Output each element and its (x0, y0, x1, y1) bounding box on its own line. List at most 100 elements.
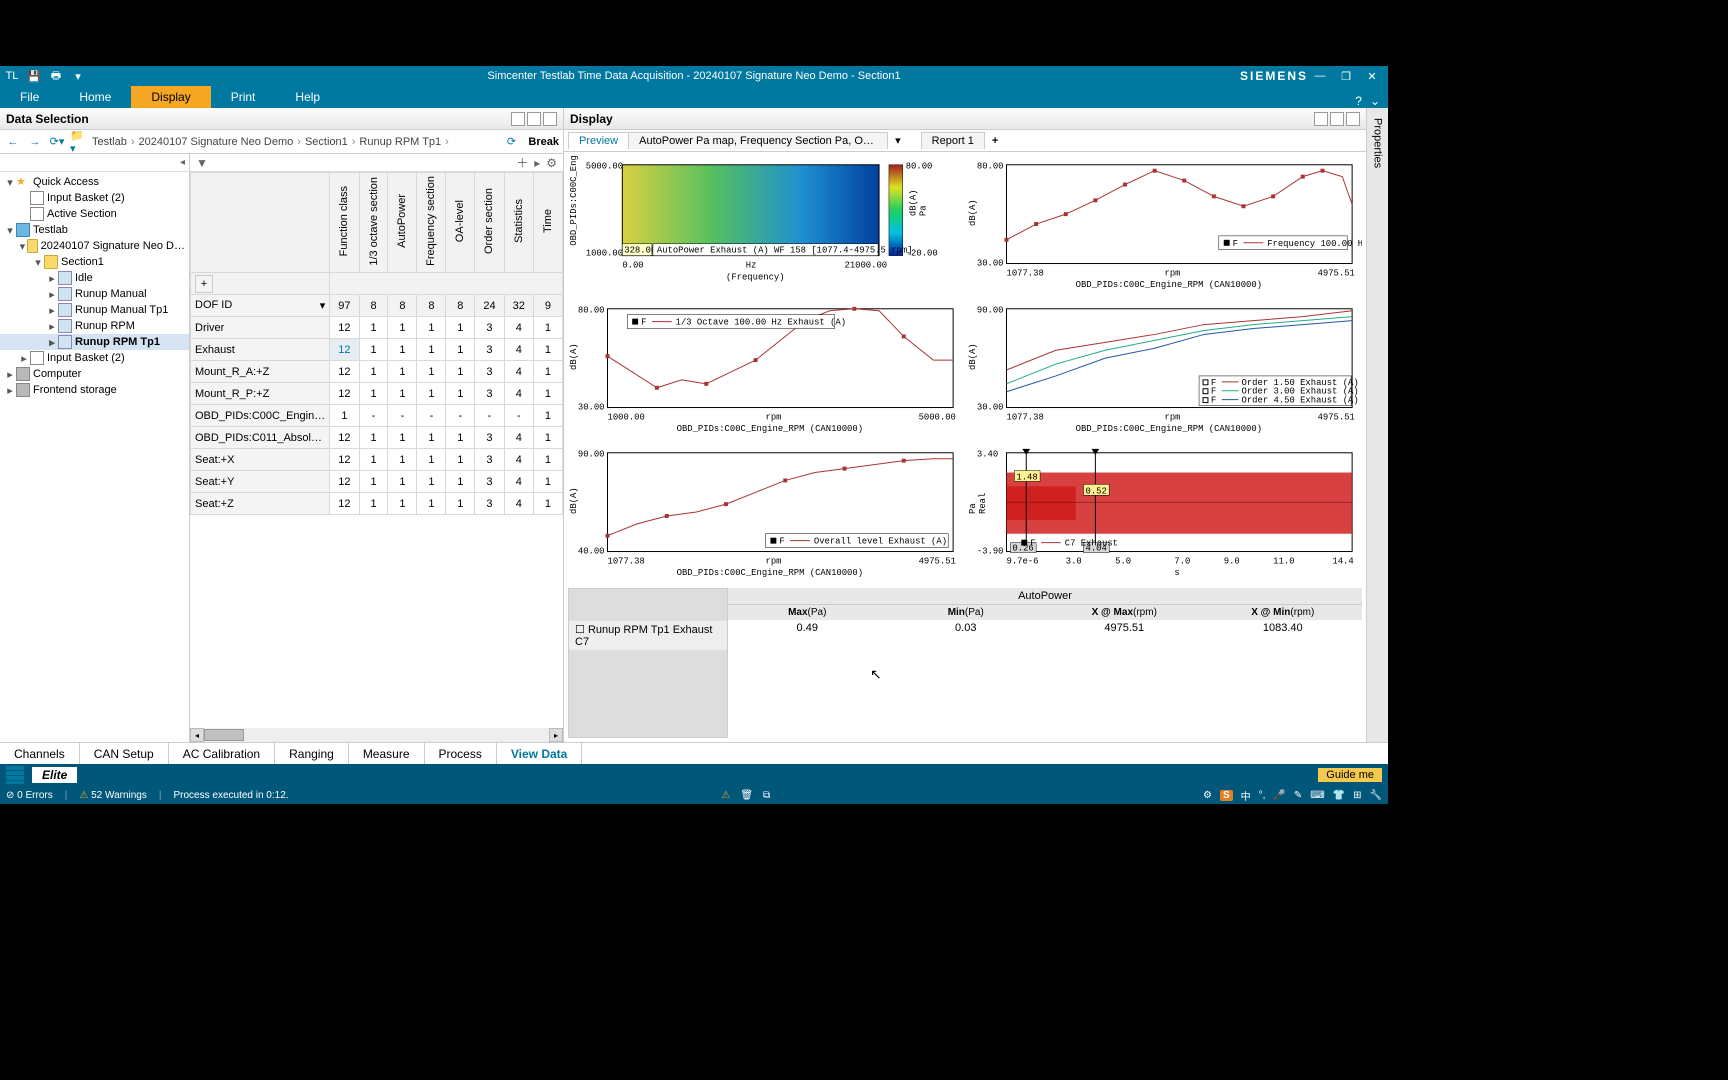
tab-report[interactable]: Report 1 (921, 132, 985, 149)
workflow-tab[interactable]: Process (425, 743, 497, 764)
edit-icon[interactable]: ✎ (1294, 790, 1302, 801)
plot-frequency[interactable]: 80.0030.00 dB(A) F Frequency 100.00 Hz (967, 156, 1362, 296)
tree-item[interactable]: ▾20240107 Signature Neo D… (0, 238, 189, 254)
crumb[interactable]: 20240107 Signature Neo Demo (139, 136, 294, 148)
col-header[interactable]: Time (542, 209, 554, 233)
workflow-tab[interactable]: Measure (349, 743, 425, 764)
tree-item[interactable]: ▾Section1 (0, 254, 189, 270)
elite-badge[interactable]: Elite (32, 767, 77, 783)
gear-icon[interactable]: ⚙ (546, 156, 557, 170)
tree-item[interactable]: ▸Runup RPM (0, 318, 189, 334)
col-header[interactable]: Frequency section (425, 176, 437, 266)
tree-item[interactable]: Input Basket (2) (0, 190, 189, 206)
maximize-icon[interactable]: ❐ (1338, 68, 1354, 84)
panel-layout-icon[interactable] (1314, 112, 1328, 126)
checkbox-icon[interactable]: ☐ (575, 624, 585, 636)
table-row[interactable]: Seat:+Y121111341 (191, 471, 563, 493)
ime-lang[interactable]: 中 (1241, 788, 1251, 803)
help-icon[interactable]: ? (1355, 94, 1362, 108)
mic-icon[interactable]: 🎤 (1273, 790, 1285, 801)
table-row[interactable]: Seat:+X121111341 (191, 449, 563, 471)
shirt-icon[interactable]: 👕 (1333, 790, 1345, 801)
tree-item[interactable]: ▸Idle (0, 270, 189, 286)
tree-item[interactable]: ▸Input Basket (2) (0, 350, 189, 366)
crumb[interactable]: Section1 (305, 136, 348, 148)
qat-dropdown-icon[interactable]: ▾ (70, 68, 86, 84)
add-row-icon[interactable]: + (195, 275, 213, 293)
table-row[interactable]: Mount_R_P:+Z121111341 (191, 383, 563, 405)
expand-icon[interactable]: ▸ (534, 156, 540, 170)
tree-item[interactable]: ▾★Quick Access (0, 174, 189, 190)
scroll-right-icon[interactable]: ▸ (549, 728, 563, 742)
crumb[interactable]: Testlab (92, 136, 127, 148)
tree-item[interactable]: ▸Runup RPM Tp1 (0, 334, 189, 350)
add-column-icon[interactable]: ＋ (516, 154, 528, 171)
print-icon[interactable]: 🖶 (48, 68, 64, 84)
warning-icon[interactable]: ⚠ (721, 790, 730, 801)
plot-orders[interactable]: 90.0030.00 dB(A) FOrder 1.50 Exhaust (A)… (967, 300, 1362, 440)
table-row[interactable]: OBD_PIDs:C011_Absol…121111341 (191, 427, 563, 449)
tree-item[interactable]: ▾Testlab (0, 222, 189, 238)
table-row[interactable]: Mount_R_A:+Z121111341 (191, 361, 563, 383)
plot-time[interactable]: 3.40-3.90 Pa Real 1.48 0.52 0.26 (967, 444, 1362, 584)
panel-layout-icon[interactable] (543, 112, 557, 126)
refresh-icon[interactable]: ⟳ (502, 133, 520, 151)
grid-icon[interactable]: ⊞ (1353, 790, 1361, 801)
punct-icon[interactable]: °, (1259, 790, 1266, 801)
guide-button[interactable]: Guide me (1318, 768, 1382, 782)
tab-preview[interactable]: Preview (568, 132, 629, 149)
tree-item[interactable]: ▸Runup Manual Tp1 (0, 302, 189, 318)
col-header[interactable]: 1/3 octave section (368, 177, 380, 266)
tab-dropdown-icon[interactable]: ▾ (887, 134, 909, 147)
collapse-ribbon-icon[interactable]: ⌄ (1370, 94, 1380, 108)
col-header[interactable]: Function class (338, 186, 350, 256)
plot-octave[interactable]: 80.0030.00 dB(A) F 1/3 Octave 100.00 Hz … (568, 300, 963, 440)
back-icon[interactable]: ← (4, 133, 22, 151)
wrench-icon[interactable]: 🔧 (1370, 790, 1382, 801)
project-tree[interactable]: ▾★Quick AccessInput Basket (2)Active Sec… (0, 172, 189, 742)
tab-display[interactable]: Display (131, 86, 210, 108)
col-header[interactable]: Order section (483, 188, 495, 254)
error-icon[interactable]: ⊘ (6, 790, 14, 801)
trash-icon[interactable]: 🗑 (740, 790, 753, 801)
apps-grid-icon[interactable] (6, 766, 24, 784)
tree-collapse-icon[interactable]: ◂ (180, 157, 185, 168)
settings-icon[interactable]: ⚙ (1203, 790, 1212, 801)
col-header[interactable]: OA-level (454, 200, 466, 242)
workflow-tab[interactable]: View Data (497, 743, 582, 764)
panel-layout-icon[interactable] (1346, 112, 1360, 126)
tab-file[interactable]: File (0, 86, 59, 108)
filter-icon[interactable]: ▼ (196, 156, 208, 170)
table-row[interactable]: Seat:+Z121111341 (191, 493, 563, 515)
tree-item[interactable]: ▸Runup Manual (0, 286, 189, 302)
forward-icon[interactable]: → (26, 133, 44, 151)
tab-help[interactable]: Help (275, 86, 340, 108)
panel-layout-icon[interactable] (1330, 112, 1344, 126)
col-header[interactable]: Statistics (513, 199, 525, 243)
break-button[interactable]: Break (528, 136, 559, 148)
history-icon[interactable]: ⟳▾ (48, 133, 66, 151)
scroll-thumb[interactable] (204, 729, 244, 741)
scroll-left-icon[interactable]: ◂ (190, 728, 204, 742)
workflow-tab[interactable]: Channels (0, 743, 80, 764)
crumb[interactable]: Runup RPM Tp1 (359, 136, 441, 148)
col-header[interactable]: AutoPower (396, 194, 408, 248)
tree-item[interactable]: Active Section (0, 206, 189, 222)
properties-tab[interactable]: Properties (1366, 108, 1388, 742)
ime-badge[interactable]: S (1220, 790, 1233, 801)
h-scrollbar[interactable]: ◂ ▸ (190, 728, 563, 742)
tab-description[interactable]: AutoPower Pa map, Frequency Section Pa, … (628, 132, 888, 149)
table-row[interactable]: Exhaust121111341 (191, 339, 563, 361)
plot-overall[interactable]: 90.0040.00 dB(A) F Overall level Exhaust… (568, 444, 963, 584)
panel-layout-icon[interactable] (527, 112, 541, 126)
data-grid[interactable]: Function class 1/3 octave section AutoPo… (190, 172, 563, 728)
tree-item[interactable]: ▸Frontend storage (0, 382, 189, 398)
keyboard-icon[interactable]: ⌨ (1310, 790, 1324, 801)
warning-icon[interactable]: ⚠ (79, 790, 88, 801)
workflow-tab[interactable]: CAN Setup (80, 743, 169, 764)
plot-colormap[interactable]: OBD_PIDs:C00C_Engine_RPM 5000.00 1000.00 (568, 156, 963, 296)
save-icon[interactable]: 💾 (26, 68, 42, 84)
workflow-tab[interactable]: AC Calibration (169, 743, 275, 764)
tab-print[interactable]: Print (211, 86, 276, 108)
table-row[interactable]: Driver121111341 (191, 317, 563, 339)
